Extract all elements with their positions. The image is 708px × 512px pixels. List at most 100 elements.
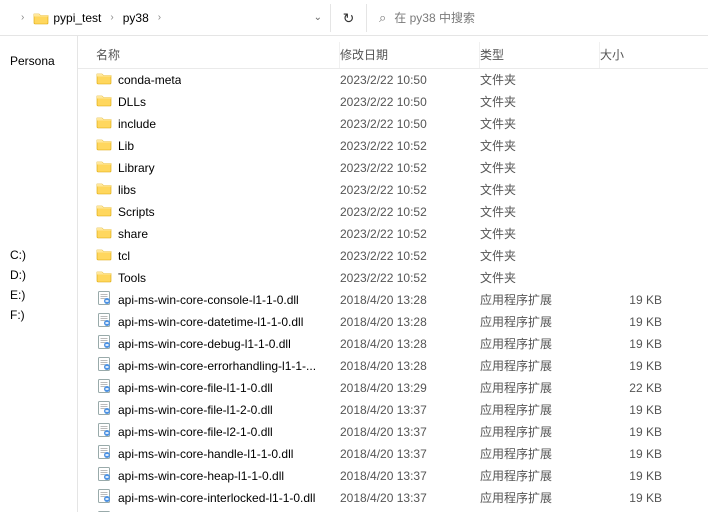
file-type: 文件夹 (480, 137, 600, 154)
nav-pane: Persona C:) D:) E:) F:) (0, 36, 78, 512)
file-type: 应用程序扩展 (480, 489, 600, 506)
file-name: api-ms-win-core-file-l1-2-0.dll (118, 403, 273, 417)
chevron-down-icon[interactable]: ⌄ (306, 12, 330, 23)
nav-item-drive-d[interactable]: D:) (10, 268, 77, 282)
nav-item-drive-e[interactable]: E:) (10, 288, 77, 302)
file-date: 2018/4/20 13:37 (340, 425, 480, 439)
nav-item-drive-c[interactable]: C:) (10, 248, 77, 262)
chevron-right-icon[interactable]: › (107, 12, 116, 23)
list-item[interactable]: libs2023/2/22 10:52文件夹 (78, 179, 708, 201)
file-date: 2023/2/22 10:52 (340, 227, 480, 241)
search-icon: ⌕ (379, 10, 386, 26)
column-header-type[interactable]: 类型 (480, 42, 600, 68)
breadcrumb-label: py38 (123, 11, 149, 25)
file-type: 文件夹 (480, 269, 600, 286)
file-date: 2018/4/20 13:28 (340, 359, 480, 373)
file-type: 文件夹 (480, 71, 600, 88)
file-size: 19 KB (600, 425, 680, 439)
list-item[interactable]: include2023/2/22 10:50文件夹 (78, 113, 708, 135)
file-name: api-ms-win-core-errorhandling-l1-1-... (118, 359, 316, 373)
folder-icon (96, 159, 112, 176)
dll-file-icon (96, 488, 112, 507)
file-name: share (118, 227, 148, 241)
list-item[interactable]: Tools 2023/2/22 10:52文件夹 (78, 267, 708, 289)
file-size: 19 KB (600, 491, 680, 505)
file-type: 应用程序扩展 (480, 291, 600, 308)
file-date: 2023/2/22 10:52 (340, 139, 480, 153)
file-size: 19 KB (600, 293, 680, 307)
file-date: 2018/4/20 13:37 (340, 491, 480, 505)
list-item[interactable]: api-ms-win-core-interlocked-l1-1-0.dll20… (78, 487, 708, 509)
column-header-name[interactable]: 名称 (78, 42, 340, 68)
file-name: DLLs (118, 95, 146, 109)
file-size: 22 KB (600, 381, 680, 395)
folder-icon (96, 269, 112, 286)
file-date: 2023/2/22 10:50 (340, 73, 480, 87)
column-header-date[interactable]: 修改日期 (340, 42, 480, 68)
file-date: 2018/4/20 13:28 (340, 293, 480, 307)
address-bar[interactable]: › pypi_test › py38 › ⌄ (0, 4, 330, 32)
file-type: 文件夹 (480, 93, 600, 110)
list-item[interactable]: Library2023/2/22 10:52文件夹 (78, 157, 708, 179)
file-date: 2023/2/22 10:52 (340, 271, 480, 285)
folder-icon (96, 137, 112, 154)
list-item[interactable]: api-ms-win-core-heap-l1-1-0.dll2018/4/20… (78, 465, 708, 487)
search-input[interactable]: ⌕ 在 py38 中搜索 (366, 4, 708, 32)
file-type: 应用程序扩展 (480, 357, 600, 374)
list-item[interactable]: Scripts2023/2/22 10:52文件夹 (78, 201, 708, 223)
list-item[interactable]: conda-meta2023/2/22 10:50文件夹 (78, 69, 708, 91)
file-name: api-ms-win-core-heap-l1-1-0.dll (118, 469, 284, 483)
file-list-pane: 名称 修改日期 类型 大小 conda-meta2023/2/22 10:50文… (78, 36, 708, 512)
refresh-button[interactable]: ↻ (330, 4, 366, 32)
file-name: libs (118, 183, 136, 197)
list-item[interactable]: share2023/2/22 10:52文件夹 (78, 223, 708, 245)
dll-file-icon (96, 422, 112, 441)
file-date: 2018/4/20 13:29 (340, 381, 480, 395)
breadcrumb-pypi-test[interactable]: pypi_test (29, 9, 105, 27)
file-type: 应用程序扩展 (480, 401, 600, 418)
column-header-row: 名称 修改日期 类型 大小 (78, 36, 708, 69)
file-name: api-ms-win-core-console-l1-1-0.dll (118, 293, 299, 307)
file-date: 2018/4/20 13:28 (340, 337, 480, 351)
file-date: 2018/4/20 13:37 (340, 403, 480, 417)
folder-icon (96, 93, 112, 110)
file-name: Tools (118, 271, 146, 285)
folder-icon (96, 181, 112, 198)
file-size: 19 KB (600, 469, 680, 483)
list-item[interactable]: api-ms-win-core-debug-l1-1-0.dll2018/4/2… (78, 333, 708, 355)
list-item[interactable]: api-ms-win-core-datetime-l1-1-0.dll 2018/… (78, 311, 708, 333)
file-type: 应用程序扩展 (480, 379, 600, 396)
list-item[interactable]: api-ms-win-core-file-l1-1-0.dll2018/4/20… (78, 377, 708, 399)
list-item[interactable]: api-ms-win-core-console-l1-1-0.dll 2018/4… (78, 289, 708, 311)
nav-item-personal[interactable]: Persona (10, 54, 77, 68)
dll-file-icon (96, 312, 112, 331)
file-date: 2018/4/20 13:28 (340, 315, 480, 329)
file-size: 19 KB (600, 447, 680, 461)
list-item[interactable]: api-ms-win-core-errorhandling-l1-1-... 20… (78, 355, 708, 377)
file-date: 2018/4/20 13:37 (340, 447, 480, 461)
file-name: Lib (118, 139, 134, 153)
file-type: 文件夹 (480, 203, 600, 220)
file-name: Library (118, 161, 155, 175)
chevron-right-icon[interactable]: › (155, 12, 164, 23)
list-item[interactable]: tcl2023/2/22 10:52文件夹 (78, 245, 708, 267)
file-name: api-ms-win-core-datetime-l1-1-0.dll (118, 315, 303, 329)
breadcrumb-label: pypi_test (53, 11, 101, 25)
list-item[interactable]: DLLs2023/2/22 10:50文件夹 (78, 91, 708, 113)
chevron-right-icon[interactable]: › (18, 12, 27, 23)
list-item[interactable]: Lib 2023/2/22 10:52文件夹 (78, 135, 708, 157)
file-type: 应用程序扩展 (480, 313, 600, 330)
list-item[interactable]: api-ms-win-core-handle-l1-1-0.dll2018/4/… (78, 443, 708, 465)
file-size: 19 KB (600, 359, 680, 373)
list-item[interactable]: api-ms-win-core-file-l2-1-0.dll2018/4/20… (78, 421, 708, 443)
dll-file-icon (96, 444, 112, 463)
list-item[interactable]: api-ms-win-core-file-l1-2-0.dll 2018/4/20… (78, 399, 708, 421)
file-type: 应用程序扩展 (480, 445, 600, 462)
breadcrumb-py38[interactable]: py38 (119, 9, 153, 27)
column-header-size[interactable]: 大小 (600, 42, 680, 68)
nav-item-drive-f[interactable]: F:) (10, 308, 77, 322)
folder-icon (96, 203, 112, 220)
folder-icon (96, 71, 112, 88)
folder-icon (96, 115, 112, 132)
search-placeholder: 在 py38 中搜索 (394, 9, 475, 26)
